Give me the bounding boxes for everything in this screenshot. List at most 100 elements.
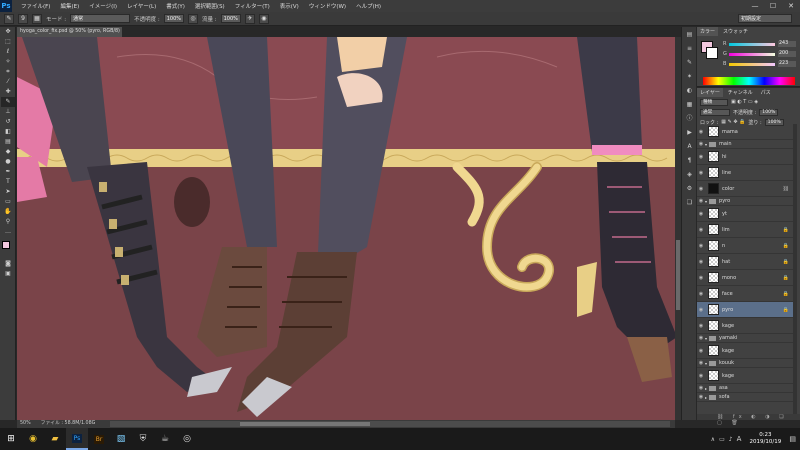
pressure-opacity-icon[interactable]: ◎ xyxy=(188,13,199,24)
pressure-size-icon[interactable]: ◉ xyxy=(258,13,269,24)
green-track[interactable] xyxy=(729,52,775,56)
visibility-eye-icon[interactable]: ◉ xyxy=(697,170,705,176)
menu-select[interactable]: 選択範囲(S) xyxy=(190,2,230,10)
expand-arrow-icon[interactable]: ▸ xyxy=(705,386,707,391)
maximize-button[interactable]: ☐ xyxy=(764,0,782,12)
ime-indicator[interactable]: A xyxy=(737,435,742,443)
zoom-tool-icon[interactable]: ⚲ xyxy=(1,217,15,227)
menu-image[interactable]: イメージ(I) xyxy=(84,2,122,10)
path-select-tool-icon[interactable]: ➤ xyxy=(1,187,15,197)
paragraph-panel-icon[interactable]: ¶ xyxy=(683,156,696,166)
info-panel-icon[interactable]: ⓘ xyxy=(683,114,696,124)
visibility-eye-icon[interactable]: ◉ xyxy=(697,348,705,354)
background-color-preview[interactable] xyxy=(706,47,718,59)
menu-layer[interactable]: レイヤー(L) xyxy=(122,2,161,10)
visibility-eye-icon[interactable]: ◉ xyxy=(697,129,705,135)
eyedropper-tool-icon[interactable]: ⁄ xyxy=(1,77,15,87)
color-swatches[interactable] xyxy=(0,241,15,259)
file-explorer-icon[interactable]: ▰ xyxy=(44,428,66,450)
gradient-tool-icon[interactable]: ▤ xyxy=(1,137,15,147)
menu-file[interactable]: ファイル(F) xyxy=(16,2,55,10)
expand-arrow-icon[interactable]: ▾ xyxy=(705,142,707,147)
hand-tool-icon[interactable]: ✋ xyxy=(1,207,15,217)
red-slider[interactable]: R 243 xyxy=(723,41,796,47)
shape-tool-icon[interactable]: ▭ xyxy=(1,197,15,207)
visibility-eye-icon[interactable]: ◉ xyxy=(697,373,705,379)
properties-panel-icon[interactable]: ≡ xyxy=(683,44,696,54)
layers-scrollbar[interactable] xyxy=(793,124,797,414)
clock[interactable]: 0:23 2019/10/19 xyxy=(745,432,785,446)
visibility-eye-icon[interactable]: ◉ xyxy=(697,141,705,147)
mode-select[interactable]: 通常 xyxy=(70,14,131,23)
photoshop-taskbar-icon[interactable]: Ps xyxy=(66,428,88,450)
visibility-eye-icon[interactable]: ◉ xyxy=(697,323,705,329)
visibility-eye-icon[interactable]: ◉ xyxy=(697,275,705,281)
healing-tool-icon[interactable]: ✚ xyxy=(1,87,15,97)
green-value[interactable]: 200 xyxy=(778,51,796,57)
green-slider[interactable]: G 200 xyxy=(723,51,796,57)
styles-panel-icon[interactable]: ▦ xyxy=(683,100,696,110)
red-track[interactable] xyxy=(729,42,775,46)
layer-row[interactable]: ◉ kage xyxy=(697,368,793,384)
app-icon-2[interactable]: ☕ xyxy=(154,428,176,450)
airbrush-icon[interactable]: ✈ xyxy=(244,13,255,24)
menu-help[interactable]: ヘルプ(H) xyxy=(351,2,386,10)
layer-opacity-field[interactable]: 100% xyxy=(759,108,779,116)
blur-tool-icon[interactable]: ◆ xyxy=(1,147,15,157)
crop-tool-icon[interactable]: ⌗ xyxy=(1,67,15,77)
canvas-vertical-scroll-thumb[interactable] xyxy=(676,240,680,310)
brush-tool-preset-icon[interactable]: ✎ xyxy=(4,13,14,24)
quick-select-tool-icon[interactable]: ✧ xyxy=(1,57,15,67)
workspace-select[interactable]: 初期設定 xyxy=(738,14,792,23)
tray-expand-icon[interactable]: ∧ xyxy=(711,436,715,443)
notification-icon[interactable]: ▤ xyxy=(789,435,796,443)
history-brush-tool-icon[interactable]: ↺ xyxy=(1,117,15,127)
visibility-eye-icon[interactable]: ◉ xyxy=(697,307,705,313)
layer-comps-icon[interactable]: ❏ xyxy=(683,198,696,208)
menu-view[interactable]: 表示(V) xyxy=(275,2,304,10)
visibility-eye-icon[interactable]: ◉ xyxy=(697,360,705,366)
volume-icon[interactable]: ♪ xyxy=(729,436,733,443)
layer-row[interactable]: ◉ yt xyxy=(697,206,793,222)
close-button[interactable]: ✕ xyxy=(782,0,800,12)
layer-filter-select[interactable]: 種類 xyxy=(700,98,728,106)
tab-color[interactable]: カラー xyxy=(697,27,719,36)
visibility-eye-icon[interactable]: ◉ xyxy=(697,291,705,297)
layer-group-row[interactable]: ◉ ▸ asa xyxy=(697,384,793,393)
blue-slider[interactable]: B 223 xyxy=(723,61,796,67)
layer-row[interactable]: ◉ face 🔒 xyxy=(697,286,793,302)
layer-row[interactable]: ◉ lim 🔒 xyxy=(697,222,793,238)
canvas-horizontal-scroll-thumb[interactable] xyxy=(240,422,370,426)
layer-row[interactable]: ◉ hat 🔒 xyxy=(697,254,793,270)
filter-icons[interactable]: ▣ ◐ T ▭ ◈ xyxy=(731,99,758,105)
chrome-icon[interactable]: ◉ xyxy=(22,428,44,450)
opacity-field[interactable]: 100% xyxy=(163,14,185,23)
app-icon-3[interactable]: ◎ xyxy=(176,428,198,450)
menu-filter[interactable]: フィルター(T) xyxy=(230,2,275,10)
actions-panel-icon[interactable]: ▶ xyxy=(683,128,696,138)
marquee-tool-icon[interactable]: ⬚ xyxy=(1,37,15,47)
app-icon-1[interactable]: ▧ xyxy=(110,428,132,450)
layer-group-row[interactable]: ◉ ▾ kouuk xyxy=(697,359,793,368)
brush-panel-toggle-icon[interactable]: ▦ xyxy=(32,13,42,24)
visibility-eye-icon[interactable]: ◉ xyxy=(697,243,705,249)
visibility-eye-icon[interactable]: ◉ xyxy=(697,211,705,217)
brush-tool-icon[interactable]: ✎ xyxy=(1,97,15,107)
layer-row[interactable]: ◉ hi xyxy=(697,149,793,165)
pen-tool-icon[interactable]: ✒ xyxy=(1,167,15,177)
blend-mode-select[interactable]: 通常 xyxy=(700,108,730,116)
brush-panel-icon[interactable]: ✎ xyxy=(683,58,696,68)
expand-arrow-icon[interactable]: ▸ xyxy=(705,395,707,400)
layer-row[interactable]: ◉ color ⛓ xyxy=(697,181,793,197)
expand-arrow-icon[interactable]: ▾ xyxy=(705,336,707,341)
menu-edit[interactable]: 編集(E) xyxy=(55,2,84,10)
tool-presets-icon[interactable]: ⚙ xyxy=(683,184,696,194)
visibility-eye-icon[interactable]: ◉ xyxy=(697,227,705,233)
layer-row[interactable]: ◉ n 🔒 xyxy=(697,238,793,254)
canvas[interactable] xyxy=(17,37,675,420)
history-panel-icon[interactable]: ▤ xyxy=(683,30,696,40)
lasso-tool-icon[interactable]: ℓ xyxy=(1,47,15,57)
eraser-tool-icon[interactable]: ◧ xyxy=(1,127,15,137)
layer-row[interactable]: ◉ kage xyxy=(697,343,793,359)
security-icon[interactable]: ⛨ xyxy=(132,428,154,450)
